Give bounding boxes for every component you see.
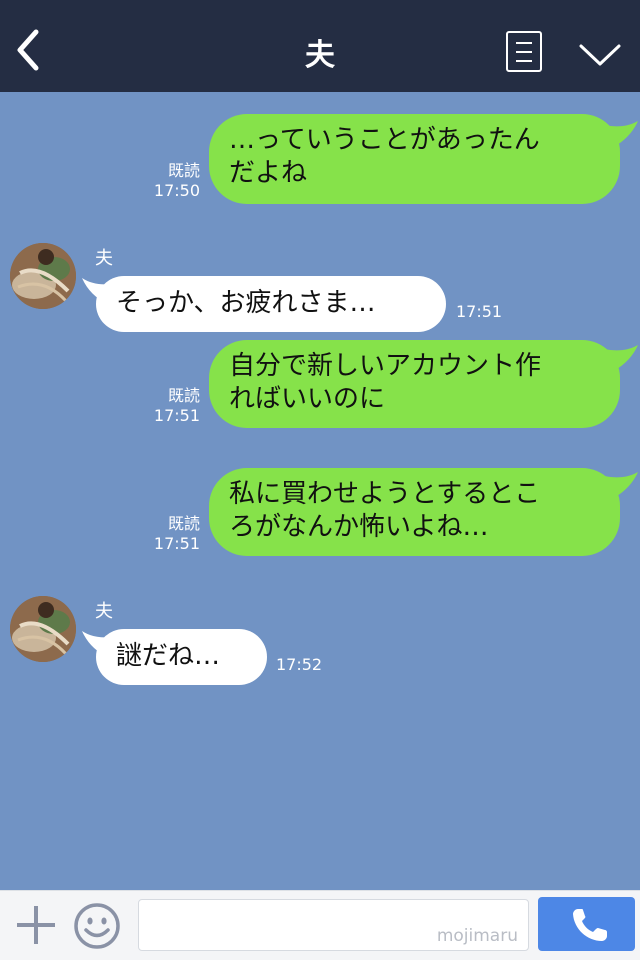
phone-icon bbox=[573, 909, 607, 941]
message-line: ればいいのに bbox=[229, 384, 386, 414]
message-line: だよね bbox=[229, 158, 308, 188]
message-meta: 既読 17:50 bbox=[140, 161, 200, 201]
sender-name: 夫 bbox=[95, 601, 113, 622]
avatar[interactable] bbox=[10, 243, 76, 309]
read-receipt: 既読 bbox=[167, 386, 200, 405]
message-line: …っていうことがあったん bbox=[229, 125, 540, 155]
input-bar: mojimaru bbox=[0, 890, 640, 960]
add-attachment-button[interactable] bbox=[14, 903, 58, 947]
avatar[interactable] bbox=[10, 596, 76, 662]
message-line: ろがなんか怖いよね… bbox=[229, 512, 489, 542]
chevron-down-icon bbox=[579, 44, 621, 66]
notes-button[interactable] bbox=[506, 31, 542, 72]
message-bubble[interactable]: そっか、お疲れさま… bbox=[96, 276, 446, 332]
message-input[interactable]: mojimaru bbox=[138, 899, 529, 951]
sender-name: 夫 bbox=[95, 248, 113, 269]
call-button[interactable] bbox=[538, 897, 635, 951]
plus-icon bbox=[17, 906, 55, 944]
message-time: 17:51 bbox=[456, 302, 503, 321]
message-meta: 既読 17:51 bbox=[140, 386, 200, 426]
chat-title: 夫 bbox=[305, 38, 335, 73]
emoji-button[interactable] bbox=[73, 902, 121, 950]
message-line: 私に買わせようとするとこ bbox=[229, 479, 541, 509]
avatar-image bbox=[10, 243, 76, 309]
message-meta: 既読 17:51 bbox=[140, 514, 200, 554]
watermark: mojimaru bbox=[436, 926, 518, 946]
message-time: 17:50 bbox=[153, 181, 200, 200]
menu-button[interactable] bbox=[578, 40, 622, 70]
chat-header: 夫 bbox=[0, 0, 640, 92]
message-bubble[interactable]: 私に買わせようとするとこ ろがなんか怖いよね… bbox=[209, 468, 620, 556]
read-receipt: 既読 bbox=[167, 514, 200, 533]
message-bubble[interactable]: 自分で新しいアカウント作 ればいいのに bbox=[209, 340, 620, 428]
chat-area[interactable]: …っていうことがあったん だよね 既読 17:50 夫 そっか、お疲れさま… 1… bbox=[0, 92, 640, 890]
message-line: 謎だね… bbox=[116, 641, 221, 671]
message-bubble[interactable]: …っていうことがあったん だよね bbox=[209, 114, 620, 204]
chevron-left-icon bbox=[17, 29, 39, 71]
message-line: そっか、お疲れさま… bbox=[116, 288, 376, 318]
smiley-icon bbox=[74, 903, 120, 949]
message-time: 17:51 bbox=[153, 406, 200, 425]
message-line: 自分で新しいアカウント作 bbox=[229, 351, 542, 381]
message-bubble[interactable]: 謎だね… bbox=[96, 629, 267, 685]
message-time: 17:51 bbox=[153, 534, 200, 553]
back-button[interactable] bbox=[12, 28, 48, 72]
read-receipt: 既読 bbox=[167, 161, 200, 180]
avatar-image bbox=[10, 596, 76, 662]
message-time: 17:52 bbox=[276, 655, 323, 674]
